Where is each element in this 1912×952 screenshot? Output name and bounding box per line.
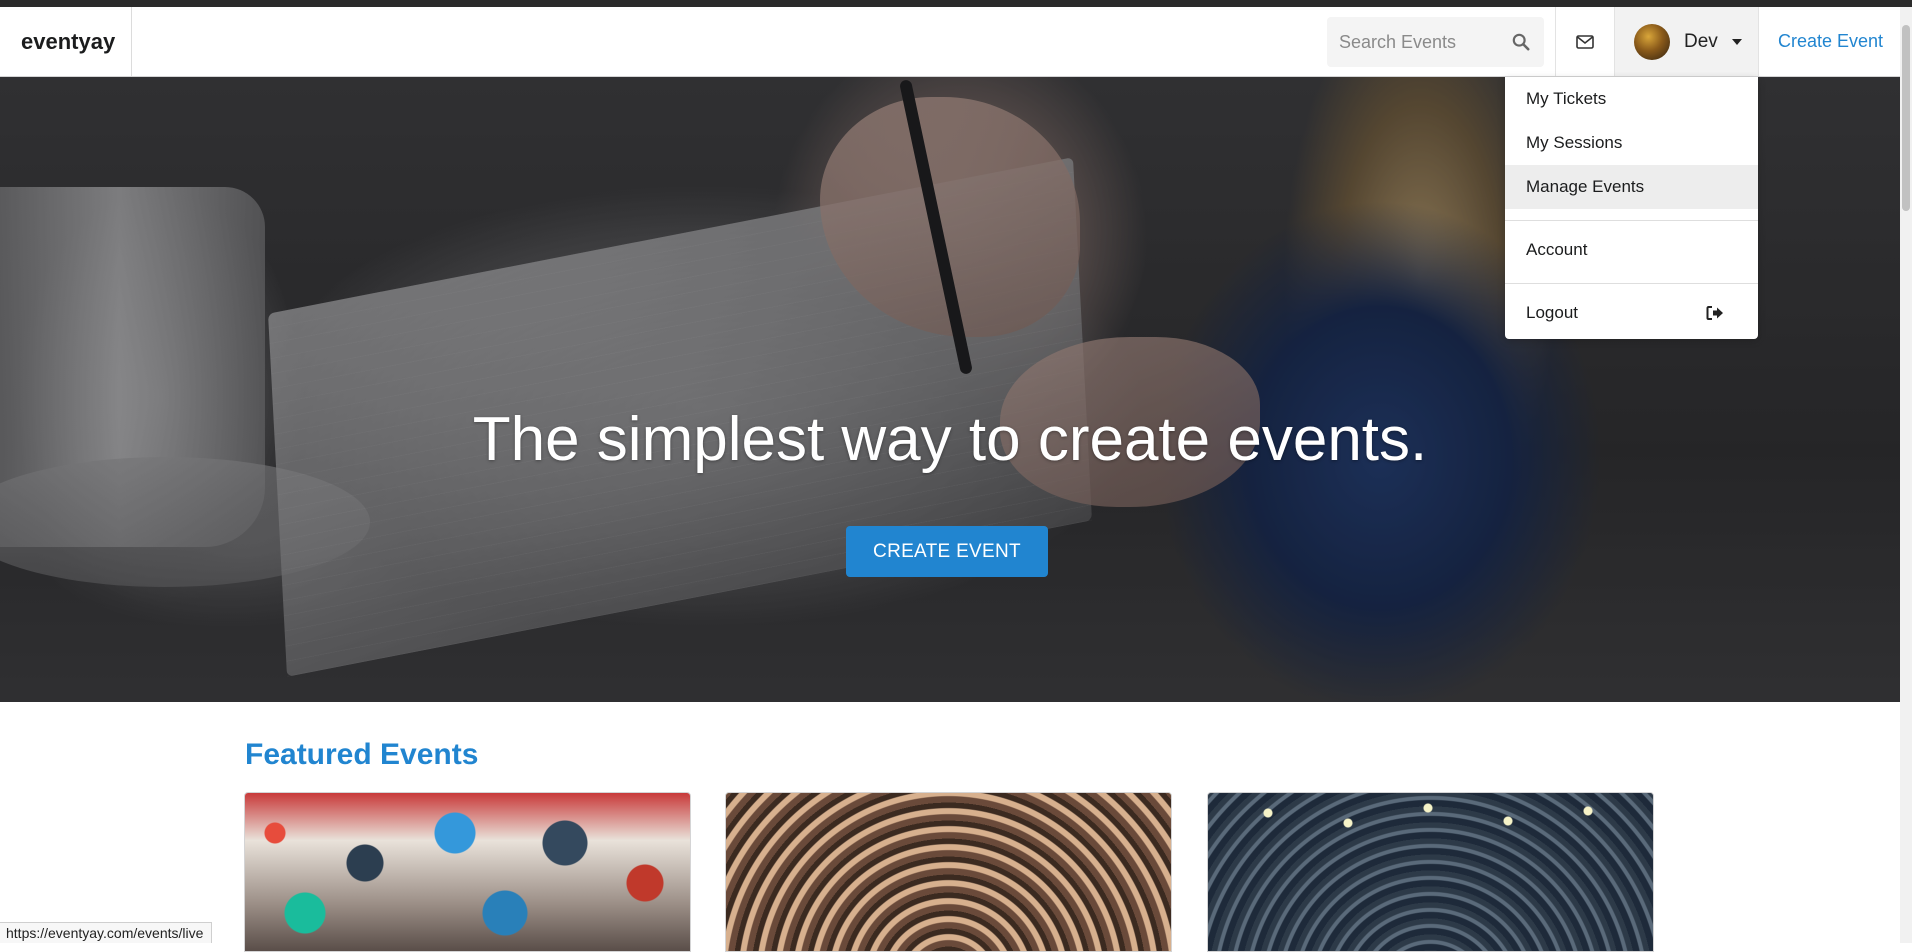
menu-item-account[interactable]: Account	[1505, 228, 1758, 272]
caret-down-icon	[1731, 38, 1742, 45]
event-card[interactable]	[244, 792, 691, 952]
menu-divider	[1505, 283, 1758, 284]
menu-item-logout[interactable]: Logout	[1505, 291, 1758, 335]
create-event-link[interactable]: Create Event	[1778, 7, 1883, 76]
user-name: Dev	[1684, 30, 1718, 52]
hero-title: The simplest way to create events.	[472, 405, 1428, 474]
avatar	[1634, 23, 1670, 60]
sign-out-icon	[1706, 306, 1723, 320]
search-icon[interactable]	[1512, 33, 1530, 51]
scrollbar-thumb[interactable]	[1902, 25, 1910, 211]
featured-events-heading: Featured Events	[245, 738, 479, 771]
menu-divider	[1505, 220, 1758, 221]
brand-logo[interactable]: eventyay	[1, 7, 132, 76]
event-card[interactable]	[725, 792, 1172, 952]
page-scrollbar[interactable]	[1900, 7, 1912, 943]
messages-button[interactable]	[1555, 7, 1614, 76]
user-menu-button[interactable]: Dev	[1615, 7, 1758, 76]
menu-item-manage-events[interactable]: Manage Events	[1505, 165, 1758, 209]
event-card-image[interactable]	[245, 793, 690, 951]
featured-events-section: Featured Events	[0, 702, 1900, 952]
envelope-icon	[1575, 34, 1594, 49]
menu-item-logout-label: Logout	[1526, 303, 1578, 322]
menu-item-my-sessions[interactable]: My Sessions	[1505, 121, 1758, 165]
hero-create-event-button[interactable]: CREATE EVENT	[846, 526, 1048, 577]
event-card-image[interactable]	[1208, 793, 1653, 951]
event-card[interactable]	[1207, 792, 1654, 952]
window-top-strip	[0, 0, 1912, 7]
user-dropdown-menu: My Tickets My Sessions Manage Events Acc…	[1505, 77, 1758, 339]
event-card-image[interactable]	[726, 793, 1171, 951]
nav-divider	[1758, 7, 1759, 76]
search-box[interactable]	[1327, 17, 1544, 67]
navbar: eventyay Dev Create Event	[0, 7, 1900, 77]
menu-item-my-tickets[interactable]: My Tickets	[1505, 77, 1758, 121]
search-input[interactable]	[1327, 31, 1497, 53]
status-bar-url: https://eventyay.com/events/live	[0, 922, 213, 943]
